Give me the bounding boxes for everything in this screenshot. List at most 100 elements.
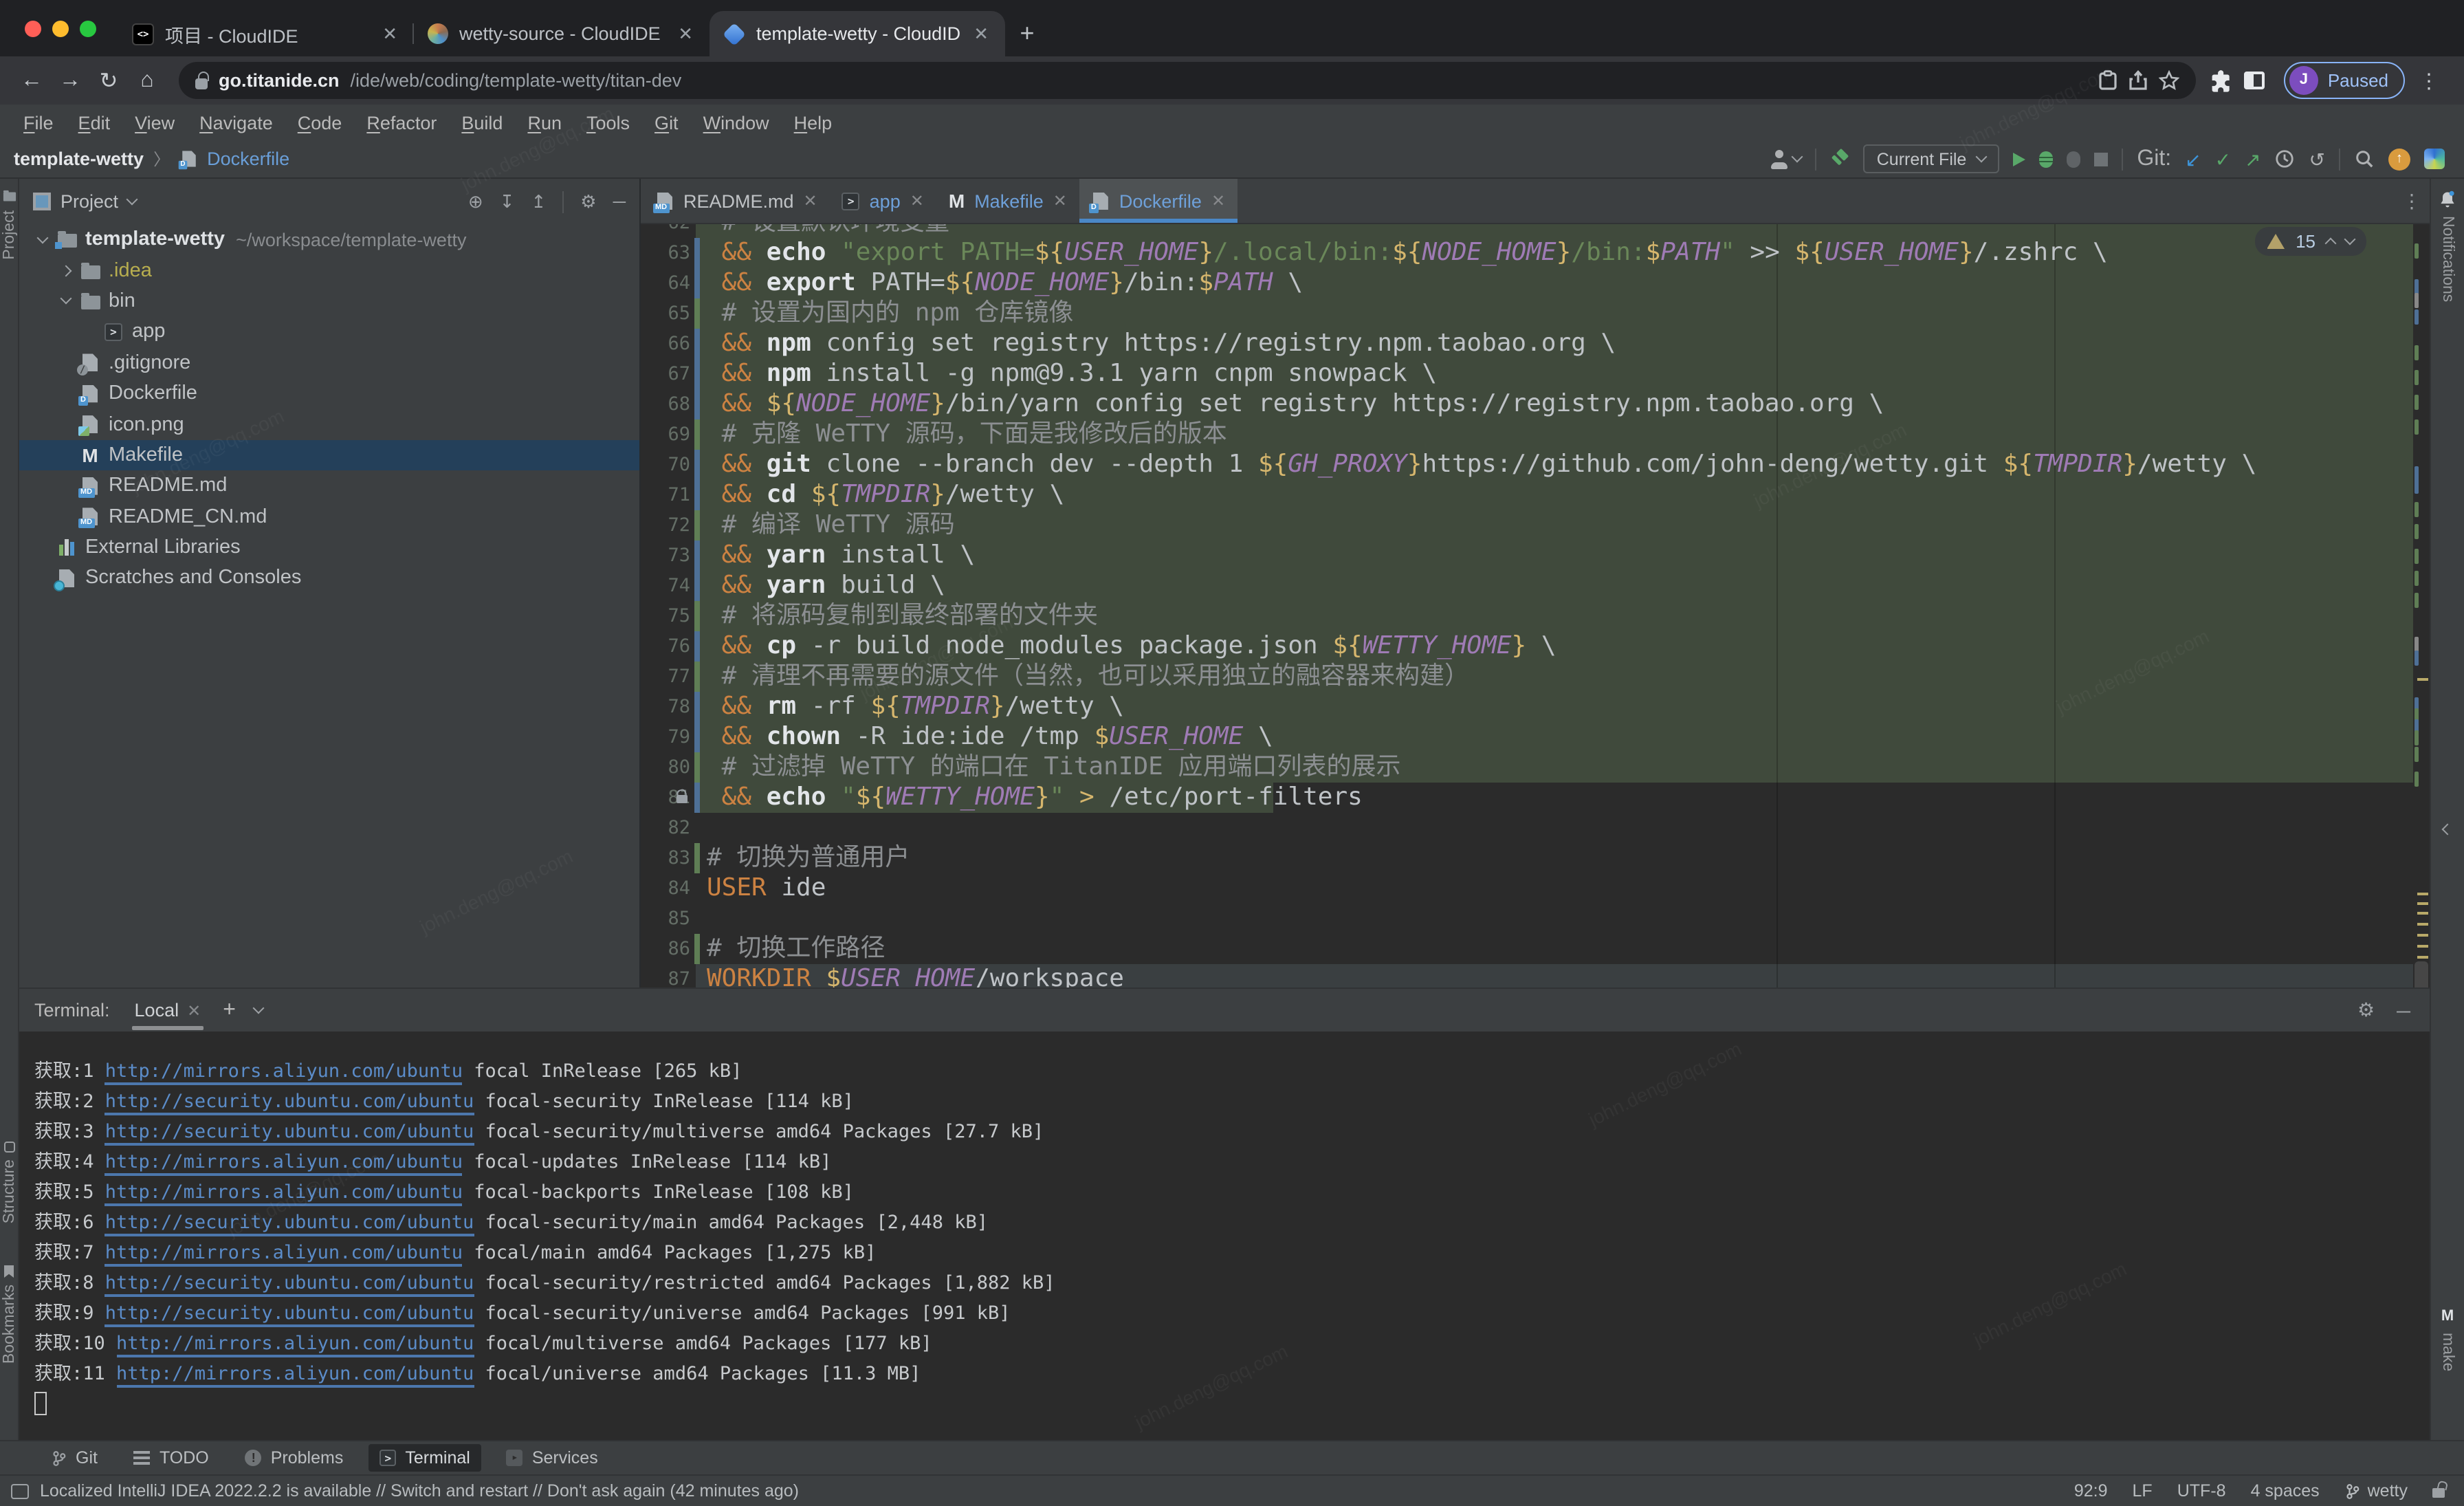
code-line-64[interactable]: 64 && export PATH=${NODE_HOME}/bin:$PATH…: [641, 268, 2413, 298]
browser-tab[interactable]: wetty-source - CloudIDE✕: [414, 11, 710, 56]
editor-tab-makefile[interactable]: MMakefile✕: [936, 179, 1079, 223]
caret-position[interactable]: 92:9: [2074, 1481, 2108, 1500]
terminal-link[interactable]: http://mirrors.aliyun.com/ubuntu: [105, 1060, 463, 1085]
close-terminal-tab-icon[interactable]: ✕: [187, 1001, 201, 1020]
code-line-66[interactable]: 66 && npm config set registry https://re…: [641, 329, 2413, 359]
code-line-82[interactable]: 82: [641, 813, 2413, 843]
inspections-widget[interactable]: 15: [2254, 227, 2366, 256]
debug-icon[interactable]: [2039, 151, 2053, 167]
next-warning-icon[interactable]: [2344, 234, 2356, 245]
tree-item-external-libraries[interactable]: External Libraries: [19, 532, 639, 563]
indent-setting[interactable]: 4 spaces: [2251, 1481, 2320, 1500]
breadcrumb-file[interactable]: Dockerfile: [207, 149, 289, 169]
code-line-87[interactable]: 87WORKDIR $USER_HOME/workspace: [641, 964, 2413, 987]
chevron-right-icon[interactable]: [60, 265, 72, 276]
code-line-78[interactable]: 78 && rm -rf ${TMPDIR}/wetty \: [641, 692, 2413, 722]
terminal-link[interactable]: http://security.ubuntu.com/ubuntu: [105, 1121, 474, 1146]
back-button[interactable]: ←: [14, 63, 50, 98]
terminal-link[interactable]: http://mirrors.aliyun.com/ubuntu: [105, 1151, 463, 1176]
file-encoding[interactable]: UTF-8: [2177, 1481, 2226, 1500]
update-available-icon[interactable]: ↑: [2388, 148, 2410, 170]
clipboard-icon[interactable]: [2098, 70, 2118, 91]
toolwindow-git[interactable]: Git: [38, 1444, 109, 1472]
code-line-86[interactable]: 86# 切换工作路径: [641, 934, 2413, 964]
minimize-window-button[interactable]: [52, 20, 69, 36]
write-access-lock-icon[interactable]: [2432, 1488, 2445, 1498]
code-line-74[interactable]: 74 && yarn build \: [641, 571, 2413, 601]
tree-item--gitignore[interactable]: /.gitignore: [19, 347, 639, 378]
stripe-make[interactable]: M make: [2431, 1307, 2464, 1371]
toolwindow-problems[interactable]: !Problems: [234, 1444, 355, 1472]
status-window-icon[interactable]: [11, 1483, 29, 1498]
tree-item--idea[interactable]: .idea: [19, 255, 639, 286]
stop-icon[interactable]: [2094, 152, 2108, 166]
editor-tab-dockerfile[interactable]: DDockerfile✕: [1079, 179, 1238, 223]
close-tab-icon[interactable]: ✕: [1053, 191, 1067, 210]
terminal-link[interactable]: http://mirrors.aliyun.com/ubuntu: [116, 1363, 474, 1388]
tree-item-readme-cn-md[interactable]: MDREADME_CN.md: [19, 501, 639, 532]
extensions-icon[interactable]: [2210, 69, 2233, 92]
new-terminal-icon[interactable]: +: [223, 998, 236, 1023]
tree-item-bin[interactable]: bin: [19, 286, 639, 317]
browser-menu-icon[interactable]: ⋮: [2408, 68, 2450, 93]
code-line-68[interactable]: 68 && ${NODE_HOME}/bin/yarn config set r…: [641, 389, 2413, 419]
run-icon[interactable]: [2013, 152, 2025, 166]
tree-item-makefile[interactable]: MMakefile: [19, 439, 639, 470]
forward-button[interactable]: →: [52, 63, 88, 98]
menu-help[interactable]: Help: [782, 112, 845, 133]
code-with-me-icon[interactable]: [1770, 149, 1801, 168]
stripe-project[interactable]: Project: [0, 190, 18, 260]
close-tab-icon[interactable]: ✕: [380, 23, 400, 45]
project-view-dropdown-icon[interactable]: [126, 194, 138, 206]
address-bar[interactable]: go.titanide.cn/ide/web/coding/template-w…: [179, 62, 2196, 99]
chevron-down-icon[interactable]: [36, 232, 48, 243]
close-tab-icon[interactable]: ✕: [804, 191, 817, 210]
new-tab-button[interactable]: +: [1005, 11, 1049, 56]
tree-item-scratches-and-consoles[interactable]: Scratches and Consoles: [19, 563, 639, 594]
terminal-link[interactable]: http://security.ubuntu.com/ubuntu: [105, 1212, 474, 1236]
terminal-link[interactable]: http://mirrors.aliyun.com/ubuntu: [116, 1333, 474, 1357]
code-line-65[interactable]: 65 # 设置为国内的 npm 仓库镜像: [641, 298, 2413, 329]
terminal-link[interactable]: http://security.ubuntu.com/ubuntu: [105, 1272, 474, 1297]
git-commit-icon[interactable]: ✓: [2215, 149, 2231, 168]
stripe-collapse-icon[interactable]: [2431, 825, 2464, 833]
git-update-icon[interactable]: ↙: [2185, 149, 2201, 168]
menu-view[interactable]: View: [122, 112, 187, 133]
menu-code[interactable]: Code: [285, 112, 355, 133]
terminal-dropdown-icon[interactable]: [253, 1003, 265, 1014]
code-line-77[interactable]: 77 # 清理不再需要的源文件（当然，也可以采用独立的融容器来构建）: [641, 662, 2413, 692]
menu-tools[interactable]: Tools: [574, 112, 642, 133]
settings-gear-icon[interactable]: ⚙: [580, 190, 596, 212]
hide-panel-icon[interactable]: ─: [613, 191, 626, 212]
editor-scrollbar[interactable]: [2413, 224, 2430, 987]
menu-git[interactable]: Git: [642, 112, 691, 133]
editor-tab-readme-md[interactable]: MDREADME.md✕: [644, 179, 830, 223]
share-icon[interactable]: [2128, 70, 2148, 91]
terminal-tab-local[interactable]: Local✕: [135, 1000, 201, 1021]
menu-file[interactable]: File: [11, 112, 66, 133]
git-branch-widget[interactable]: wetty: [2344, 1481, 2408, 1500]
code-line-85[interactable]: 85: [641, 904, 2413, 934]
tree-item-app[interactable]: >app: [19, 316, 639, 347]
close-window-button[interactable]: [25, 20, 41, 36]
ssl-lock-icon[interactable]: [195, 78, 208, 89]
code-line-73[interactable]: 73 && yarn install \: [641, 541, 2413, 571]
locate-file-icon[interactable]: ⊕: [468, 190, 483, 212]
code-line-75[interactable]: 75 # 将源码复制到最终部署的文件夹: [641, 601, 2413, 631]
history-icon[interactable]: [2275, 149, 2296, 169]
code-line-84[interactable]: 84USER ide: [641, 873, 2413, 904]
home-button[interactable]: ⌂: [129, 63, 165, 98]
build-icon[interactable]: [1830, 149, 1849, 168]
side-panel-icon[interactable]: [2236, 72, 2273, 89]
terminal-settings-gear-icon[interactable]: ⚙: [2357, 998, 2375, 1022]
menu-edit[interactable]: Edit: [66, 112, 123, 133]
tree-item-readme-md[interactable]: MDREADME.md: [19, 470, 639, 501]
browser-tab[interactable]: <>项目 - CloudIDE✕: [118, 11, 414, 56]
breadcrumb-project[interactable]: template-wetty: [14, 149, 144, 169]
editor[interactable]: 62 # 设置默认环境变量63 && echo "export PATH=${U…: [641, 224, 2430, 987]
prev-warning-icon[interactable]: [2325, 238, 2337, 250]
close-tab-icon[interactable]: ✕: [971, 23, 991, 45]
menu-refactor[interactable]: Refactor: [354, 112, 449, 133]
reload-button[interactable]: ↻: [91, 63, 126, 98]
toolwindow-services[interactable]: ▸Services: [495, 1444, 609, 1472]
